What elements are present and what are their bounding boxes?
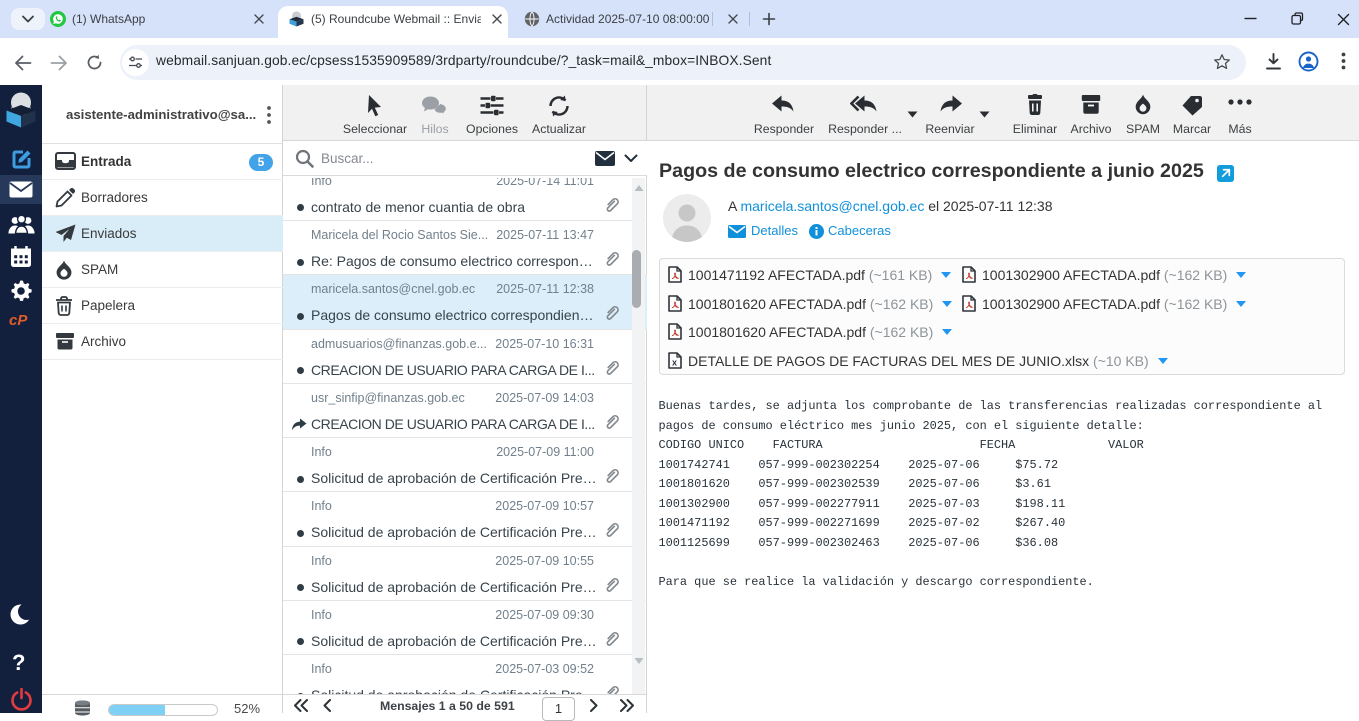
svg-text:x: x xyxy=(672,357,677,367)
